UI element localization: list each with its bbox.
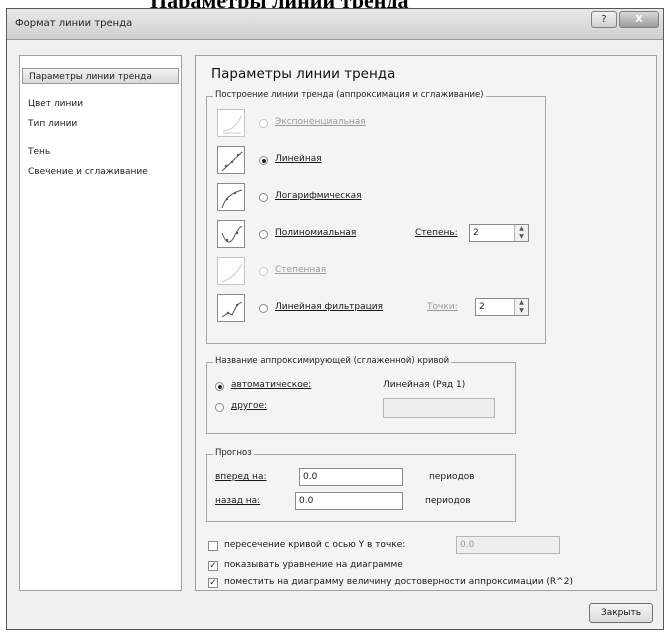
power-label: Степенная [275, 265, 327, 275]
forward-unit: периодов [429, 472, 475, 482]
custom-name-radio[interactable] [215, 403, 224, 412]
trendline-name-group: Название аппроксимирующей (сглаженной) к… [206, 356, 516, 434]
show-r2-checkbox[interactable]: ✓ [208, 578, 218, 588]
forecast-group: Прогноз вперед на: 0.0 периодов назад на… [206, 448, 516, 522]
logarithmic-label: Логарифмическая [275, 191, 362, 201]
linear-chart-icon [217, 146, 245, 174]
intercept-checkbox[interactable] [208, 541, 218, 551]
backward-unit: периодов [425, 496, 471, 506]
power-radio[interactable] [259, 267, 268, 276]
intercept-label: пересечение кривой с осью Y в точке: [224, 540, 406, 550]
trend-type-legend: Построение линии тренда (аппроксимация и… [213, 90, 486, 100]
nav-item-trendline-options[interactable]: Параметры линии тренда [22, 68, 179, 84]
category-list: Параметры линии тренда Цвет линии Тип ли… [19, 55, 182, 591]
degree-value: 2 [473, 228, 479, 238]
custom-name-input[interactable] [383, 398, 495, 418]
linear-label: Линейная [275, 154, 322, 164]
show-equation-checkbox[interactable]: ✓ [208, 561, 218, 571]
nav-item-shadow[interactable]: Тень [22, 144, 179, 160]
logarithmic-radio[interactable] [259, 193, 268, 202]
polynomial-label: Полиномиальная [275, 228, 357, 238]
moving-average-radio[interactable] [259, 304, 268, 313]
degree-stepper[interactable]: 2 ▲ ▼ [469, 224, 529, 242]
panel-heading: Параметры линии тренда [211, 66, 396, 82]
polynomial-radio[interactable] [259, 230, 268, 239]
help-button[interactable]: ? [591, 11, 617, 28]
points-stepper[interactable]: 2 ▲ ▼ [475, 298, 529, 316]
close-button[interactable]: Закрыть [589, 603, 653, 623]
moving-average-chart-icon [217, 294, 245, 322]
backward-input[interactable]: 0.0 [295, 492, 403, 510]
degree-label: Степень: [415, 228, 458, 238]
title-bar[interactable]: Формат линии тренда ? X [7, 9, 663, 40]
custom-name-label: другое: [231, 401, 268, 411]
nav-item-line-style[interactable]: Тип линии [22, 116, 179, 132]
points-value: 2 [479, 302, 485, 312]
trendline-name-legend: Название аппроксимирующей (сглаженной) к… [213, 356, 452, 366]
trend-type-group: Построение линии тренда (аппроксимация и… [206, 90, 546, 344]
points-label: Точки: [427, 302, 458, 312]
window-title: Формат линии тренда [15, 18, 133, 29]
power-chart-icon [217, 257, 245, 285]
exponential-chart-icon [217, 109, 245, 137]
trendline-options-panel: Параметры линии тренда Построение линии … [195, 55, 657, 591]
moving-average-label: Линейная фильтрация [275, 302, 384, 312]
linear-radio[interactable] [259, 156, 268, 165]
format-trendline-dialog: Формат линии тренда ? X Параметры линии … [6, 8, 664, 630]
auto-name-radio[interactable] [215, 382, 224, 391]
auto-name-label: автоматическое: [231, 380, 312, 390]
show-r2-label: поместить на диаграмму величину достовер… [224, 577, 573, 587]
forward-label: вперед на: [215, 472, 267, 482]
spin-arrows-icon[interactable]: ▲ ▼ [514, 299, 528, 315]
exponential-radio[interactable] [259, 119, 268, 128]
intercept-input[interactable]: 0.0 [456, 536, 560, 554]
forward-input[interactable]: 0.0 [299, 468, 403, 486]
exponential-label: Экспоненциальная [275, 117, 366, 127]
nav-item-line-color[interactable]: Цвет линии [22, 96, 179, 112]
backward-label: назад на: [215, 496, 261, 506]
polynomial-chart-icon [217, 220, 245, 248]
forecast-legend: Прогноз [213, 448, 254, 458]
nav-item-glow-soft-edges[interactable]: Свечение и сглаживание [22, 164, 179, 180]
window-close-button[interactable]: X [619, 11, 659, 28]
logarithmic-chart-icon [217, 183, 245, 211]
auto-name-value: Линейная (Ряд 1) [383, 380, 466, 390]
spin-arrows-icon[interactable]: ▲ ▼ [514, 225, 528, 241]
show-equation-label: показывать уравнение на диаграмме [224, 560, 403, 570]
